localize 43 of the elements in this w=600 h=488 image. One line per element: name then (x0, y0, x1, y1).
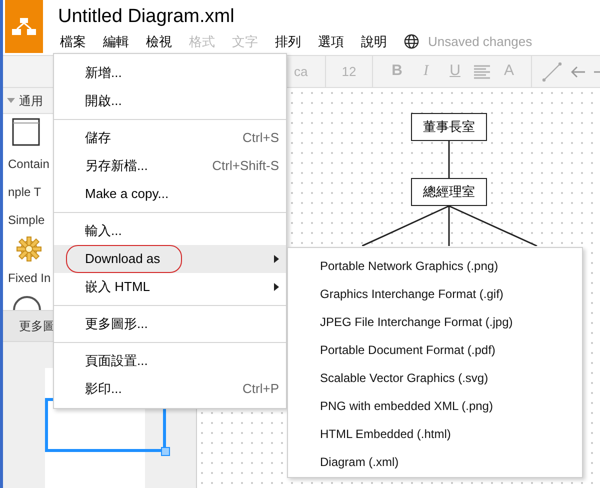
menu-entry[interactable]: Portable Network Graphics (.png) (288, 252, 582, 280)
menu-entry[interactable]: Portable Document Format (.pdf) (288, 336, 582, 364)
menu-entry[interactable]: HTML Embedded (.html) (288, 420, 582, 448)
arc-icon[interactable] (12, 296, 42, 310)
align-icon[interactable] (474, 64, 490, 78)
menu-entry[interactable]: 另存新檔... Ctrl+Shift-S (54, 152, 286, 180)
resize-handle[interactable] (161, 447, 170, 456)
shape-label: Contain (8, 156, 50, 173)
document-title[interactable]: Untitled Diagram.xml (58, 4, 532, 30)
menu-entry[interactable]: 輸入... (54, 217, 286, 245)
line-icon[interactable] (542, 62, 562, 82)
diagram-icon (12, 18, 36, 36)
arrow-left-icon[interactable] (570, 66, 586, 78)
menu-entry[interactable]: JPEG File Interchange Format (.jpg) (288, 308, 582, 336)
shape-label: Simple (8, 212, 45, 229)
collapse-icon[interactable] (7, 98, 15, 104)
menu-entry[interactable]: Graphics Interchange Format (.gif) (288, 280, 582, 308)
menu-entry[interactable]: 更多圖形... (54, 310, 286, 338)
menu-entry[interactable]: 頁面設置... (54, 347, 286, 375)
save-status: Unsaved changes (428, 33, 532, 51)
menu-item[interactable]: 說明 (361, 32, 387, 52)
menu-entry[interactable]: Make a copy... (54, 180, 286, 208)
menu-item[interactable]: 檔案 (60, 32, 86, 52)
shape-label: Fixed In (8, 270, 51, 287)
menu-entry[interactable]: 新增... (54, 59, 286, 87)
menu-entry[interactable]: Diagram (.xml) (288, 448, 582, 476)
globe-icon[interactable] (404, 34, 419, 50)
menu-item[interactable]: 選項 (318, 32, 344, 52)
section-title[interactable]: 通用 (19, 92, 43, 110)
menu-entry[interactable]: PNG with embedded XML (.png) (288, 392, 582, 420)
menu-entry[interactable]: 影印... Ctrl+P (54, 375, 286, 403)
menu-entry[interactable]: Download as (54, 245, 286, 273)
menu-item[interactable]: 編輯 (103, 32, 129, 52)
container-icon[interactable] (12, 118, 40, 146)
org-node[interactable]: 總經理室 (411, 178, 487, 206)
menu-entry[interactable]: 嵌入 HTML (54, 273, 286, 301)
menu-entry[interactable]: Scalable Vector Graphics (.svg) (288, 364, 582, 392)
menu-item[interactable]: 排列 (275, 32, 301, 52)
menu-item[interactable]: 檢視 (146, 32, 172, 52)
org-node[interactable]: 董事長室 (411, 113, 487, 141)
menu-entry[interactable]: 開啟... (54, 87, 286, 115)
shape-label: nple T (8, 184, 42, 201)
menu-entry[interactable]: 儲存 Ctrl+S (54, 124, 286, 152)
